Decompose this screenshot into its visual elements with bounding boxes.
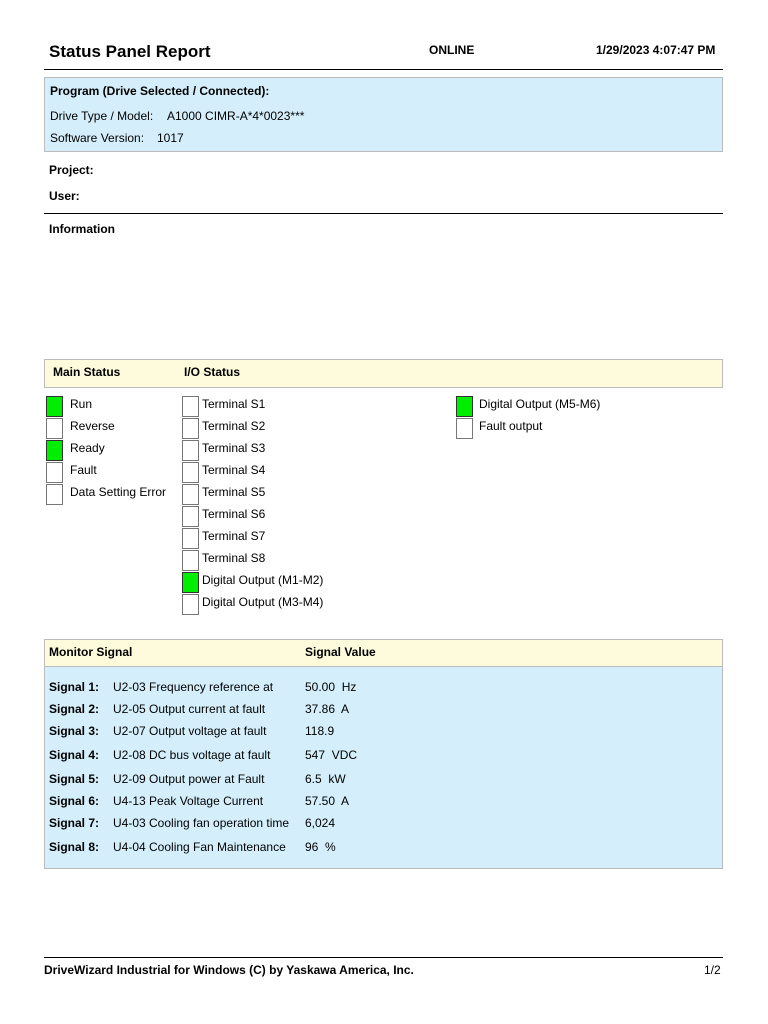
signal-name: Signal 3: bbox=[49, 724, 100, 738]
status-indicator bbox=[182, 550, 199, 571]
status-indicator bbox=[182, 484, 199, 505]
signal-description: U4-13 Peak Voltage Current bbox=[113, 794, 264, 808]
signal-value: 118.9 bbox=[305, 724, 335, 738]
signal-description: U2-09 Output power at Fault bbox=[113, 772, 265, 786]
status-label: Fault output bbox=[479, 419, 543, 433]
status-label: Terminal S7 bbox=[202, 529, 266, 543]
status-indicator bbox=[456, 418, 473, 439]
footer-text: DriveWizard Industrial for Windows (C) b… bbox=[44, 963, 414, 977]
status-indicator bbox=[46, 440, 63, 461]
status-label: Terminal S8 bbox=[202, 551, 266, 565]
signal-name: Signal 8: bbox=[49, 840, 100, 854]
signal-value: 37.86 A bbox=[305, 702, 350, 716]
page-number: 1/2 bbox=[704, 963, 721, 977]
status-label: Data Setting Error bbox=[70, 485, 167, 499]
status-indicator bbox=[182, 396, 199, 417]
signal-name: Signal 7: bbox=[49, 816, 100, 830]
monitor-signal-heading: Monitor Signal bbox=[49, 645, 133, 659]
report-title: Status Panel Report bbox=[49, 42, 211, 61]
information-label: Information bbox=[49, 222, 115, 236]
status-label: Digital Output (M3-M4) bbox=[202, 595, 324, 609]
signal-name: Signal 4: bbox=[49, 748, 100, 762]
signal-value: 57.50 A bbox=[305, 794, 350, 808]
status-label: Terminal S6 bbox=[202, 507, 266, 521]
connection-status: ONLINE bbox=[429, 43, 475, 57]
status-indicator bbox=[46, 396, 63, 417]
status-label: Terminal S2 bbox=[202, 419, 266, 433]
status-label: Ready bbox=[70, 441, 105, 455]
signal-description: U2-05 Output current at fault bbox=[113, 702, 266, 716]
signal-description: U2-07 Output voltage at fault bbox=[113, 724, 267, 738]
status-indicator bbox=[46, 484, 63, 505]
status-label: Digital Output (M1-M2) bbox=[202, 573, 324, 587]
signal-name: Signal 6: bbox=[49, 794, 100, 808]
status-indicator bbox=[182, 462, 199, 483]
status-header: Main Status I/O Status bbox=[44, 359, 723, 388]
project-label: Project: bbox=[49, 163, 94, 177]
status-label: Run bbox=[70, 397, 93, 411]
report-datetime: 1/29/2023 4:07:47 PM bbox=[596, 43, 716, 57]
status-indicator bbox=[46, 462, 63, 483]
signal-name: Signal 1: bbox=[49, 680, 100, 694]
signal-value: 547 VDC bbox=[305, 748, 358, 762]
status-label: Reverse bbox=[70, 419, 115, 433]
signal-value: 50.00 Hz bbox=[305, 680, 357, 694]
software-version-value: 1017 bbox=[157, 131, 184, 145]
status-label: Terminal S4 bbox=[202, 463, 266, 477]
footer-divider bbox=[44, 957, 723, 958]
status-indicator bbox=[182, 572, 199, 593]
signal-value: 6,024 bbox=[305, 816, 336, 830]
drive-type-value: A1000 CIMR-A*4*0023*** bbox=[167, 109, 305, 123]
signal-description: U2-08 DC bus voltage at fault bbox=[113, 748, 271, 762]
status-indicator bbox=[46, 418, 63, 439]
monitor-signals-box: Signal 1: U2-03 Frequency reference at 50.… bbox=[44, 666, 723, 869]
signal-description: U2-03 Frequency reference at bbox=[113, 680, 274, 694]
status-indicator bbox=[456, 396, 473, 417]
status-panel-report-page: Status Panel Report ONLINE 1/29/2023 4:0… bbox=[0, 0, 768, 1024]
status-label: Terminal S3 bbox=[202, 441, 266, 455]
io-status-heading: I/O Status bbox=[184, 365, 241, 379]
status-indicator bbox=[182, 506, 199, 527]
signal-value: 96 % bbox=[305, 840, 336, 854]
main-status-heading: Main Status bbox=[53, 365, 121, 379]
status-indicator bbox=[182, 418, 199, 439]
signal-name: Signal 2: bbox=[49, 702, 100, 716]
drive-type-label: Drive Type / Model: bbox=[50, 109, 154, 123]
header-divider bbox=[44, 69, 723, 70]
status-label: Terminal S1 bbox=[202, 397, 266, 411]
signal-name: Signal 5: bbox=[49, 772, 100, 786]
signal-value: 6.5 kW bbox=[305, 772, 346, 786]
signal-description: U4-04 Cooling Fan Maintenance bbox=[113, 840, 286, 854]
monitor-header: Monitor Signal Signal Value bbox=[44, 639, 723, 667]
program-info-box: Program (Drive Selected / Connected): Dr… bbox=[44, 77, 723, 152]
signal-value-heading: Signal Value bbox=[305, 645, 376, 659]
signal-description: U4-03 Cooling fan operation time bbox=[113, 816, 290, 830]
status-label: Digital Output (M5-M6) bbox=[479, 397, 601, 411]
info-divider bbox=[44, 213, 723, 214]
status-indicator bbox=[182, 594, 199, 615]
status-indicator bbox=[182, 440, 199, 461]
software-version-label: Software Version: bbox=[50, 131, 145, 145]
status-label: Terminal S5 bbox=[202, 485, 266, 499]
program-heading: Program (Drive Selected / Connected): bbox=[50, 84, 270, 98]
status-label: Fault bbox=[70, 463, 97, 477]
user-label: User: bbox=[49, 189, 80, 203]
status-indicator bbox=[182, 528, 199, 549]
